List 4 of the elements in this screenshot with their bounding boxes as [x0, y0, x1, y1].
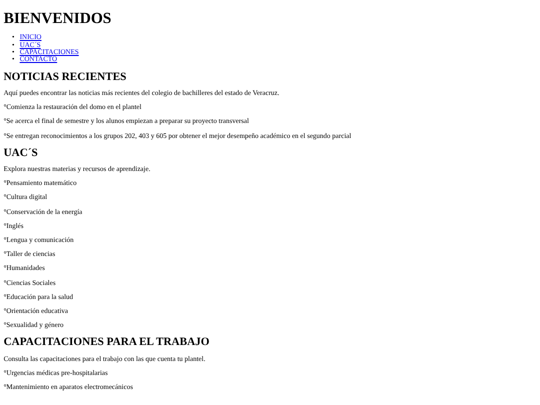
page-title: BIENVENIDOS	[4, 10, 112, 28]
section-heading: NOTICIAS RECIENTES	[4, 70, 128, 84]
section-heading: CAPACITACIONES PARA EL TRABAJO	[4, 336, 210, 349]
section-heading: UAC´S	[4, 146, 39, 160]
